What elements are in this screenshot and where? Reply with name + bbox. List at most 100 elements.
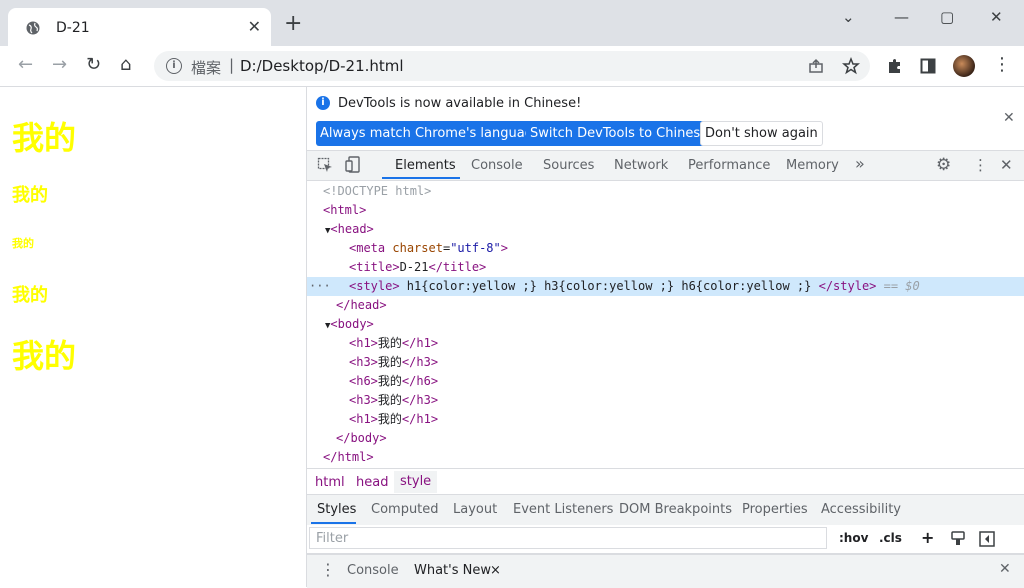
- address-bar[interactable]: i 檔案 | D:/Desktop/D-21.html: [154, 51, 870, 81]
- tab-properties[interactable]: Properties: [742, 502, 808, 517]
- tab-console[interactable]: Console: [471, 158, 523, 173]
- child-close-tag: </h3>: [401, 393, 439, 407]
- elements-tree: <!DOCTYPE html> <html> ▼<head> <meta cha…: [307, 180, 1024, 468]
- dom-node[interactable]: <meta charset="utf-8">: [307, 239, 1024, 258]
- share-icon[interactable]: [808, 58, 824, 74]
- dom-node[interactable]: <h6>我的</h6>: [307, 372, 1024, 391]
- child-close-tag: </h3>: [401, 355, 439, 369]
- h1-heading: 我的: [12, 119, 77, 157]
- close-window-button[interactable]: ✕: [990, 8, 1003, 26]
- forward-button[interactable]: →: [52, 54, 67, 75]
- html-open-tag: <html>: [323, 203, 367, 217]
- tab-close-icon[interactable]: ✕: [248, 17, 261, 36]
- dom-node[interactable]: <!DOCTYPE html>: [307, 182, 1024, 201]
- dom-node[interactable]: <html>: [307, 201, 1024, 220]
- customize-menu-icon[interactable]: ⋮: [973, 156, 988, 174]
- tab-search-icon[interactable]: ⌄: [842, 8, 855, 26]
- child-open-tag: <h6>: [349, 374, 378, 388]
- dom-node[interactable]: <title>D-21</title>: [307, 258, 1024, 277]
- dom-node[interactable]: <h1>我的</h1>: [307, 334, 1024, 353]
- html-close-tag: </html>: [323, 450, 374, 464]
- back-button[interactable]: ←: [18, 54, 33, 75]
- node-actions-icon[interactable]: ···: [309, 277, 331, 296]
- language-infobar: i DevTools is now available in Chinese! …: [307, 87, 1024, 149]
- breadcrumb-head[interactable]: head: [356, 475, 388, 490]
- tab-layout[interactable]: Layout: [453, 502, 497, 517]
- drawer-menu-icon[interactable]: ⋮: [320, 560, 336, 579]
- breadcrumb-style[interactable]: style: [394, 471, 438, 493]
- tab-elements[interactable]: Elements: [395, 158, 456, 173]
- url-text[interactable]: D:/Desktop/D-21.html: [240, 57, 404, 75]
- close-devtools-icon[interactable]: ✕: [1000, 156, 1013, 174]
- child-open-tag: <h3>: [349, 355, 378, 369]
- child-close-tag: </h6>: [401, 374, 439, 388]
- dont-show-again-button[interactable]: Don't show again: [700, 121, 823, 146]
- tab-computed[interactable]: Computed: [371, 502, 439, 517]
- device-toolbar-icon[interactable]: [345, 156, 361, 174]
- child-text: 我的: [377, 336, 402, 350]
- body-open-tag: <body>: [330, 317, 374, 331]
- class-toggle[interactable]: .cls: [879, 531, 902, 545]
- child-close-tag: </h1>: [401, 412, 439, 426]
- tab-styles[interactable]: Styles: [317, 502, 356, 517]
- child-text: 我的: [377, 355, 402, 369]
- h1-heading: 我的: [12, 337, 77, 375]
- tab-sources[interactable]: Sources: [543, 158, 594, 173]
- tab-memory[interactable]: Memory: [786, 158, 839, 173]
- menu-icon[interactable]: ⋮: [993, 54, 1011, 75]
- tab-dom-breakpoints[interactable]: DOM Breakpoints: [619, 502, 732, 517]
- dom-node[interactable]: </head>: [307, 296, 1024, 315]
- browser-toolbar: ← → ↻ ⌂ i 檔案 | D:/Desktop/D-21.html ⋮: [0, 46, 1024, 87]
- inspect-element-icon[interactable]: [317, 157, 333, 173]
- star-icon[interactable]: [842, 57, 860, 75]
- settings-gear-icon[interactable]: ⚙: [936, 155, 951, 175]
- info-icon: i: [316, 96, 330, 110]
- switch-to-chinese-button[interactable]: Switch DevTools to Chinese: [526, 121, 713, 146]
- child-text: 我的: [377, 393, 402, 407]
- dom-node[interactable]: </html>: [307, 448, 1024, 467]
- side-panel-icon[interactable]: [920, 58, 936, 74]
- whats-new-close-icon[interactable]: ×: [490, 563, 501, 578]
- always-match-language-button[interactable]: Always match Chrome's language: [316, 121, 545, 146]
- dom-node[interactable]: ▼<head>: [307, 220, 1024, 239]
- breadcrumb-html[interactable]: html: [315, 475, 345, 490]
- url-separator: |: [229, 56, 235, 74]
- dom-node[interactable]: <h1>我的</h1>: [307, 410, 1024, 429]
- title-text: D-21: [399, 260, 429, 274]
- tab-title: D-21: [56, 20, 90, 36]
- new-tab-button[interactable]: +: [284, 13, 302, 35]
- drawer-tab-whats-new[interactable]: What's New: [414, 563, 491, 578]
- dom-node[interactable]: ▼<body>: [307, 315, 1024, 334]
- dom-node[interactable]: <h3>我的</h3>: [307, 391, 1024, 410]
- rendering-emulation-icon[interactable]: [951, 531, 965, 547]
- dom-node-selected[interactable]: ··· <style> h1{color:yellow ;} h3{color:…: [307, 277, 1024, 296]
- new-rule-button[interactable]: +: [921, 528, 934, 547]
- title-bar: D-21 ✕ + ⌄ — ▢ ✕: [0, 0, 1024, 46]
- dom-node[interactable]: <h3>我的</h3>: [307, 353, 1024, 372]
- infobar-close-icon[interactable]: ✕: [1003, 110, 1015, 126]
- tab-event-listeners[interactable]: Event Listeners: [513, 502, 613, 517]
- styles-filter-input[interactable]: Filter: [309, 527, 827, 549]
- tab-performance[interactable]: Performance: [688, 158, 770, 173]
- tab-network[interactable]: Network: [614, 158, 668, 173]
- maximize-button[interactable]: ▢: [940, 8, 954, 26]
- close-drawer-icon[interactable]: ✕: [999, 561, 1011, 577]
- info-icon[interactable]: i: [166, 58, 182, 74]
- more-tabs-icon[interactable]: »: [855, 154, 865, 173]
- toggle-sidebar-icon[interactable]: [979, 531, 995, 547]
- meta-tag-name: meta: [356, 241, 386, 255]
- reload-button[interactable]: ↻: [86, 54, 101, 75]
- child-open-tag: <h1>: [349, 336, 378, 350]
- h3-heading: 我的: [12, 185, 48, 206]
- meta-attr-name: charset: [392, 241, 443, 255]
- minimize-button[interactable]: —: [894, 8, 909, 26]
- drawer-tab-console[interactable]: Console: [347, 563, 399, 578]
- extensions-icon[interactable]: [886, 57, 904, 75]
- child-close-tag: </h1>: [401, 336, 439, 350]
- home-button[interactable]: ⌂: [120, 54, 131, 75]
- hover-state-toggle[interactable]: :hov: [839, 531, 868, 545]
- dom-node[interactable]: </body>: [307, 429, 1024, 448]
- tab-accessibility[interactable]: Accessibility: [821, 502, 901, 517]
- profile-avatar[interactable]: [953, 55, 975, 77]
- browser-tab[interactable]: D-21 ✕: [8, 8, 271, 46]
